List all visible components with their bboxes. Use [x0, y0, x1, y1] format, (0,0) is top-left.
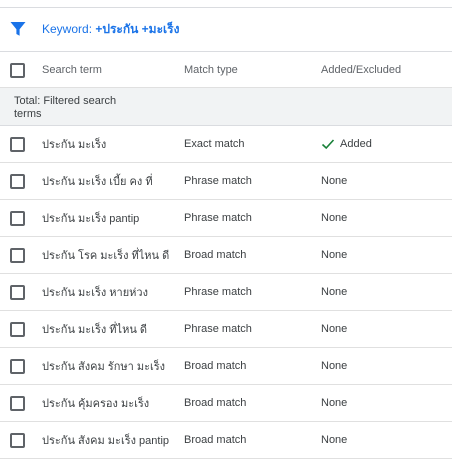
- added-excluded-cell: Added: [321, 137, 372, 151]
- row-checkbox[interactable]: [10, 137, 25, 152]
- match-type-cell: Phrase match: [184, 175, 252, 187]
- search-term-cell: ประกัน มะเร็ง หายห่วง: [42, 287, 148, 299]
- table-row[interactable]: ประกัน มะเร็ง ที่ไหน ดี Phrase match Non…: [0, 311, 452, 348]
- row-checkbox[interactable]: [10, 359, 25, 374]
- added-excluded-cell: None: [321, 175, 348, 187]
- keyword-filter-label: Keyword:: [42, 22, 96, 36]
- added-excluded-cell: None: [321, 286, 348, 298]
- added-excluded-cell: None: [321, 397, 348, 409]
- search-term-cell: ประกัน มะเร็ง ที่ไหน ดี: [42, 324, 148, 336]
- table-row[interactable]: ประกัน มะเร็ง หายห่วง Phrase match None: [0, 274, 452, 311]
- match-type-cell: Broad match: [184, 434, 247, 446]
- keyword-filter-value: +ประกัน +มะเร็ง: [95, 22, 180, 36]
- row-checkbox[interactable]: [10, 433, 25, 448]
- search-term-cell: ประกัน มะเร็ง pantip: [42, 213, 140, 225]
- added-excluded-cell: None: [321, 323, 348, 335]
- header-search-term[interactable]: Search term: [42, 64, 102, 76]
- table-row[interactable]: ประกัน โรค มะเร็ง ที่ไหน ดี Broad match …: [0, 237, 452, 274]
- search-term-cell: ประกัน สังคม มะเร็ง pantip: [42, 435, 170, 447]
- table-row[interactable]: ประกัน คุ้มครอง มะเร็ง Broad match None: [0, 385, 452, 422]
- match-type-cell: Phrase match: [184, 323, 252, 335]
- match-type-cell: Phrase match: [184, 212, 252, 224]
- added-excluded-cell: None: [321, 360, 348, 372]
- header-added-excluded[interactable]: Added/Excluded: [321, 64, 401, 76]
- search-term-cell: ประกัน มะเร็ง เบี้ย คง ที่: [42, 176, 153, 188]
- row-checkbox[interactable]: [10, 174, 25, 189]
- total-row: Total: Filtered search terms: [0, 88, 452, 126]
- match-type-cell: Phrase match: [184, 286, 252, 298]
- row-checkbox[interactable]: [10, 211, 25, 226]
- row-checkbox[interactable]: [10, 285, 25, 300]
- added-excluded-cell: None: [321, 249, 348, 261]
- match-type-cell: Broad match: [184, 360, 247, 372]
- table-row[interactable]: ประกัน มะเร็ง pantip Phrase match None: [0, 200, 452, 237]
- filter-bar: Keyword: +ประกัน +มะเร็ง: [0, 8, 452, 52]
- table-row[interactable]: ประกัน สังคม มะเร็ง pantip Broad match N…: [0, 422, 452, 459]
- row-checkbox[interactable]: [10, 396, 25, 411]
- row-checkbox[interactable]: [10, 322, 25, 337]
- search-term-cell: ประกัน มะเร็ง: [42, 139, 107, 151]
- match-type-cell: Broad match: [184, 397, 247, 409]
- added-status-text: Added: [340, 138, 372, 150]
- match-type-cell: Broad match: [184, 249, 247, 261]
- table-header-row: Search term Match type Added/Excluded: [0, 52, 452, 88]
- search-term-cell: ประกัน สังคม รักษา มะเร็ง: [42, 361, 166, 373]
- row-checkbox[interactable]: [10, 248, 25, 263]
- keyword-filter-chip[interactable]: Keyword: +ประกัน +มะเร็ง: [42, 20, 179, 39]
- select-all-checkbox[interactable]: [10, 62, 25, 78]
- header-match-type[interactable]: Match type: [184, 64, 238, 76]
- total-label: Total: Filtered search terms: [14, 95, 117, 120]
- search-terms-table: Search term Match type Added/Excluded To…: [0, 52, 452, 459]
- table-row[interactable]: ประกัน มะเร็ง เบี้ย คง ที่ Phrase match …: [0, 163, 452, 200]
- table-row[interactable]: ประกัน สังคม รักษา มะเร็ง Broad match No…: [0, 348, 452, 385]
- table-row[interactable]: ประกัน มะเร็ง Exact match Added: [0, 126, 452, 163]
- filter-icon[interactable]: [10, 21, 26, 37]
- check-icon: [321, 137, 335, 151]
- search-term-cell: ประกัน โรค มะเร็ง ที่ไหน ดี: [42, 250, 170, 262]
- match-type-cell: Exact match: [184, 138, 245, 150]
- added-excluded-cell: None: [321, 212, 348, 224]
- search-term-cell: ประกัน คุ้มครอง มะเร็ง: [42, 398, 150, 410]
- added-excluded-cell: None: [321, 434, 348, 446]
